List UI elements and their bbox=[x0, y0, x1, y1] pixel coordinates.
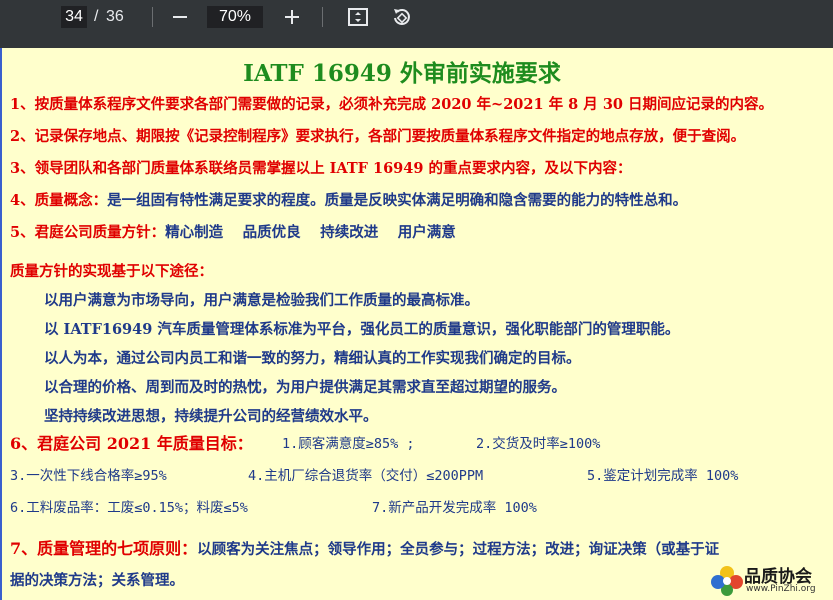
item-5: 5、君庭公司质量方针：精心制造 品质优良 持续改进 用户满意 bbox=[10, 221, 456, 242]
item-5-label: 5、君庭公司质量方针： bbox=[10, 224, 166, 241]
policy-heading: 质量方针的实现基于以下途径： bbox=[10, 263, 213, 280]
item-4-label: 4、质量概念： bbox=[10, 192, 108, 209]
fit-page-button[interactable] bbox=[344, 4, 372, 30]
item-2: 2、记录保存地点、期限按《记录控制程序》要求执行，各部门要按质量体系程序文件指定… bbox=[10, 128, 746, 145]
policy-point: 以人为本，通过公司内员工和谐一致的努力，精细认真的工作实现我们确定的目标。 bbox=[44, 350, 581, 367]
item-1: 1、按质量体系程序文件要求各部门需要做的记录，必须补充完成 2020 年~202… bbox=[10, 96, 774, 113]
toolbar-divider bbox=[152, 7, 153, 27]
goal-item: 2.交货及时率≥100% bbox=[476, 436, 601, 452]
page-number-input[interactable]: 34 bbox=[61, 6, 87, 28]
item-4: 4、质量概念：是一组固有特性满足要求的程度。质量是反映实体满足明确和隐含需要的能… bbox=[10, 189, 687, 210]
pdf-toolbar: 34 / 36 70% bbox=[0, 0, 833, 48]
goal-item: 1.顾客满意度≥85% ; bbox=[282, 436, 415, 452]
item-6: 6、君庭公司 2021 年质量目标： bbox=[10, 430, 253, 454]
zoom-out-button[interactable] bbox=[166, 4, 194, 30]
fit-page-icon bbox=[348, 8, 368, 26]
zoom-in-icon bbox=[285, 10, 299, 24]
goal-item: 4.主机厂综合退货率（交付）≤200PPM bbox=[248, 468, 484, 484]
watermark-url: www.PinZhi.org bbox=[746, 584, 816, 594]
pinwheel-logo-icon bbox=[711, 566, 743, 596]
goal-item: 5.鉴定计划完成率 100% bbox=[587, 468, 739, 484]
goal-item: 3.一次性下线合格率≥95% bbox=[10, 468, 167, 484]
watermark: 品质协会 www.PinZhi.org bbox=[708, 560, 833, 600]
item-7-continuation: 据的决策方法；关系管理。 bbox=[10, 572, 184, 589]
toolbar-divider bbox=[322, 7, 323, 27]
policy-point: 坚持持续改进思想，持续提升公司的经营绩效水平。 bbox=[44, 408, 378, 425]
goal-item: 7.新产品开发完成率 100% bbox=[372, 500, 537, 516]
policy-point: 以用户满意为市场导向，用户满意是检验我们工作质量的最高标准。 bbox=[44, 292, 479, 309]
goal-item: 6.工料废品率：工废≤0.15%；料废≤5% bbox=[10, 500, 248, 516]
policy-point: 以 IATF16949 汽车质量管理体系标准为平台，强化员工的质量意识，强化职能… bbox=[44, 321, 680, 338]
zoom-out-icon bbox=[173, 16, 187, 18]
item-5-text: 精心制造 品质优良 持续改进 用户满意 bbox=[165, 224, 456, 241]
item-7: 7、质量管理的七项原则：以顾客为关注焦点；领导作用；全员参与；过程方法；改进；询… bbox=[10, 535, 719, 559]
item-4-text: 是一组固有特性满足要求的程度。质量是反映实体满足明确和隐含需要的能力的特性总和。 bbox=[107, 192, 688, 209]
item-7-label: 7、质量管理的七项原则： bbox=[10, 539, 198, 558]
item-6-label: 6、君庭公司 2021 年质量目标： bbox=[10, 434, 253, 453]
policy-point: 以合理的价格、周到而及时的热忱，为用户提供满足其需求直至超过期望的服务。 bbox=[44, 379, 566, 396]
rotate-icon bbox=[394, 9, 410, 25]
zoom-level-input[interactable]: 70% bbox=[207, 6, 263, 28]
document-page: IATF 16949 外审前实施要求 1、按质量体系程序文件要求各部门需要做的记… bbox=[0, 48, 833, 600]
document-title: IATF 16949 外审前实施要求 bbox=[243, 60, 561, 87]
item-7-text: 以顾客为关注焦点；领导作用；全员参与；过程方法；改进；询证决策（或基于证 bbox=[197, 541, 720, 558]
item-3: 3、领导团队和各部门质量体系联络员需掌握以上 IATF 16949 的重点要求内… bbox=[10, 160, 632, 177]
page-total: 36 bbox=[106, 8, 124, 25]
page-separator: / bbox=[94, 8, 99, 25]
zoom-in-button[interactable] bbox=[278, 4, 306, 30]
rotate-button[interactable] bbox=[388, 4, 416, 30]
